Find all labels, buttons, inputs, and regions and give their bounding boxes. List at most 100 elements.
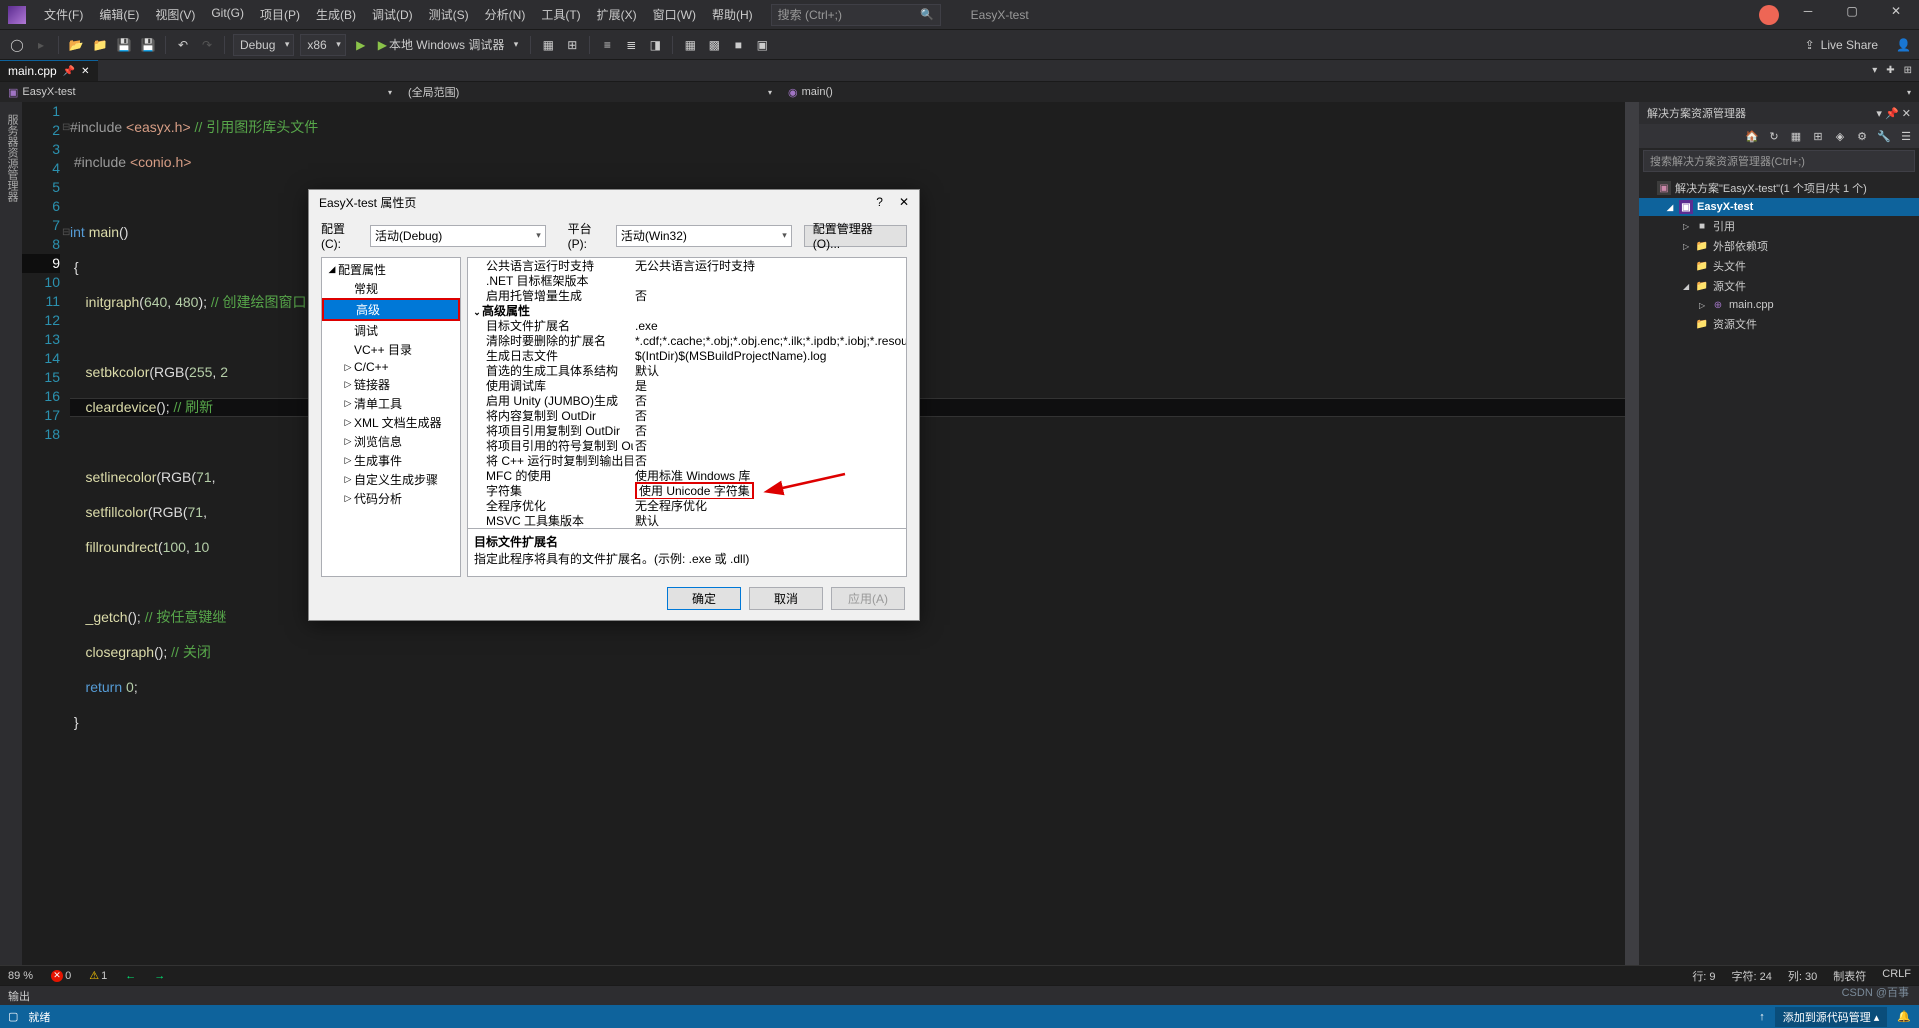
grid-row[interactable]: MFC 的使用使用标准 Windows 库: [468, 468, 906, 483]
tree-node[interactable]: ▷浏览信息: [322, 432, 460, 451]
solution-search[interactable]: 搜索解决方案资源管理器(Ctrl+;): [1643, 150, 1915, 172]
tool-icon-1[interactable]: ▦: [539, 36, 557, 54]
tree-node[interactable]: ▷生成事件: [322, 451, 460, 470]
dialog-close-icon[interactable]: ✕: [899, 195, 909, 209]
grid-row[interactable]: MSVC 工具集版本默认: [468, 513, 906, 528]
window-split-icon[interactable]: ▾: [1869, 65, 1880, 76]
menu-item[interactable]: Git(G): [203, 2, 252, 27]
user-avatar-icon[interactable]: [1759, 5, 1779, 25]
zoom-level[interactable]: 89 %: [8, 970, 33, 982]
liveshare-button[interactable]: ⇪ Live Share 👤: [1805, 38, 1911, 52]
grid-row[interactable]: 启用托管增量生成否: [468, 288, 906, 303]
minimize-button[interactable]: ─: [1793, 4, 1823, 26]
config-manager-button[interactable]: 配置管理器(O)...: [804, 225, 907, 247]
source-control-button[interactable]: 添加到源代码管理 ▴: [1775, 1007, 1888, 1027]
grid-row[interactable]: 目标文件扩展名.exe: [468, 318, 906, 333]
tb-icon[interactable]: ◈: [1831, 127, 1849, 145]
menu-item[interactable]: 文件(F): [36, 2, 91, 27]
tool-icon-7[interactable]: ▩: [705, 36, 723, 54]
nav-scope[interactable]: (全局范围): [400, 84, 780, 100]
grid-row[interactable]: 生成日志文件$(IntDir)$(MSBuildProjectName).log: [468, 348, 906, 363]
maximize-button[interactable]: ▢: [1837, 4, 1867, 26]
config-combo[interactable]: Debug: [233, 34, 294, 56]
warn-count[interactable]: ⚠1: [89, 969, 107, 982]
menu-item[interactable]: 工具(T): [533, 2, 588, 27]
grid-row[interactable]: 将项目引用的符号复制到 OutDir否: [468, 438, 906, 453]
menu-item[interactable]: 帮助(H): [704, 2, 761, 27]
solution-tree[interactable]: ▣解决方案"EasyX-test"(1 个项目/共 1 个) ◢▣EasyX-t…: [1639, 174, 1919, 338]
grid-row[interactable]: 公共语言运行时支持无公共语言运行时支持: [468, 258, 906, 273]
undo-icon[interactable]: ↶: [174, 36, 192, 54]
platform-combo[interactable]: 活动(Win32): [616, 225, 792, 247]
ok-button[interactable]: 确定: [667, 587, 741, 610]
grid-row[interactable]: .NET 目标框架版本: [468, 273, 906, 288]
tool-icon-5[interactable]: ◨: [646, 36, 664, 54]
pin-icon[interactable]: 📌: [63, 66, 75, 77]
tb-icon[interactable]: ▦: [1787, 127, 1805, 145]
expand-icon[interactable]: ▷: [1683, 242, 1691, 251]
nav-project[interactable]: ▣EasyX-test: [0, 86, 400, 99]
menu-item[interactable]: 生成(B): [308, 2, 364, 27]
menu-item[interactable]: 项目(P): [252, 2, 308, 27]
notifications-icon[interactable]: 🔔: [1897, 1010, 1911, 1023]
tb-icon[interactable]: ⚙: [1853, 127, 1871, 145]
indent-mode[interactable]: 制表符: [1833, 968, 1866, 984]
grid-row[interactable]: 首选的生成工具体系结构默认: [468, 363, 906, 378]
tool-icon-9[interactable]: ▣: [753, 36, 771, 54]
menu-item[interactable]: 分析(N): [477, 2, 534, 27]
nav-fwd-icon[interactable]: →: [154, 970, 165, 982]
tree-node[interactable]: 常规: [322, 279, 460, 298]
grid-row[interactable]: 将项目引用复制到 OutDir否: [468, 423, 906, 438]
search-box[interactable]: 搜索 (Ctrl+;) 🔍: [771, 4, 941, 26]
error-count[interactable]: ✕0: [51, 970, 71, 982]
tool-icon-6[interactable]: ▦: [681, 36, 699, 54]
nav-back-icon[interactable]: ◯: [8, 36, 26, 54]
home-icon[interactable]: 🏠: [1743, 127, 1761, 145]
tb-icon[interactable]: ☰: [1897, 127, 1915, 145]
nav-func[interactable]: ◉main(): [780, 86, 1919, 99]
saveall-icon[interactable]: 💾: [139, 36, 157, 54]
expand-icon[interactable]: ▷: [1699, 301, 1707, 310]
grid-row[interactable]: 使用调试库是: [468, 378, 906, 393]
output-panel-header[interactable]: 输出: [0, 985, 1919, 1005]
tree-node[interactable]: ▷自定义生成步骤: [322, 470, 460, 489]
tb-icon[interactable]: ⊞: [1809, 127, 1827, 145]
tab-main-cpp[interactable]: main.cpp 📌 ✕: [0, 60, 98, 81]
menu-item[interactable]: 扩展(X): [589, 2, 645, 27]
menu-item[interactable]: 测试(S): [421, 2, 477, 27]
platform-combo[interactable]: x86: [300, 34, 345, 56]
tree-node[interactable]: ▷清单工具: [322, 394, 460, 413]
close-button[interactable]: ✕: [1881, 4, 1911, 26]
apply-button[interactable]: 应用(A): [831, 587, 905, 610]
grid-row[interactable]: 全程序优化无全程序优化: [468, 498, 906, 513]
src-ctrl-icon[interactable]: ↑: [1759, 1011, 1765, 1023]
tree-node[interactable]: ▷XML 文档生成器: [322, 413, 460, 432]
nav-back-icon[interactable]: ←: [125, 970, 136, 982]
debugger-combo[interactable]: ▶本地 Windows 调试器: [378, 34, 523, 56]
cancel-button[interactable]: 取消: [749, 587, 823, 610]
start-icon[interactable]: ▶: [352, 36, 370, 54]
tree-node[interactable]: ▷代码分析: [322, 489, 460, 508]
tool-icon-3[interactable]: ≡: [598, 36, 616, 54]
config-combo[interactable]: 活动(Debug): [370, 225, 546, 247]
help-icon[interactable]: ?: [876, 195, 883, 209]
tree-node[interactable]: VC++ 目录: [322, 340, 460, 359]
tree-node[interactable]: 高级: [322, 298, 460, 321]
open-icon[interactable]: 📁: [91, 36, 109, 54]
panel-menu-icon[interactable]: ▾: [1876, 108, 1882, 120]
tool-icon-2[interactable]: ⊞: [563, 36, 581, 54]
new-file-icon[interactable]: 📂: [67, 36, 85, 54]
panel-pin-icon[interactable]: 📌: [1885, 108, 1899, 120]
nav-fwd-icon[interactable]: ▸: [32, 36, 50, 54]
tb-icon[interactable]: ↻: [1765, 127, 1783, 145]
grid-row[interactable]: 将 C++ 运行时复制到输出目录否: [468, 453, 906, 468]
editor-scrollbar[interactable]: [1625, 102, 1639, 965]
expand-icon[interactable]: ◢: [1683, 282, 1691, 291]
menu-item[interactable]: 调试(D): [364, 2, 421, 27]
tree-node[interactable]: ◢配置属性: [322, 260, 460, 279]
tool-icon-8[interactable]: ■: [729, 36, 747, 54]
tree-node[interactable]: ▷C/C++: [322, 359, 460, 375]
admin-icon[interactable]: 👤: [1896, 38, 1911, 52]
window-more-icon[interactable]: ⊞: [1901, 65, 1915, 76]
side-tab-server[interactable]: 服务器资源管理器: [2, 108, 22, 965]
